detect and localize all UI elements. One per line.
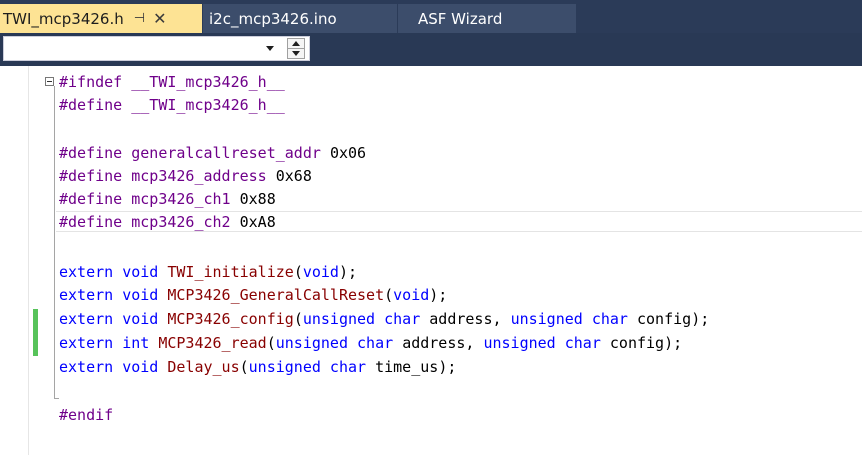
function-name: MCP3426_config — [167, 310, 294, 328]
keyword: extern — [59, 263, 114, 281]
macro-value: 0xA8 — [239, 213, 276, 231]
keyword: void — [302, 263, 339, 281]
keyword: void — [122, 310, 159, 328]
keyword: unsigned char — [483, 334, 601, 352]
macro-value: 0x68 — [275, 167, 312, 185]
keyword: int — [122, 334, 150, 352]
change-indicator — [33, 309, 38, 356]
keyword: void — [122, 263, 159, 281]
function-name: TWI_initialize — [167, 263, 294, 281]
code-line-12: extern int MCP3426_read(unsigned char ad… — [59, 332, 682, 355]
identifier: time_us — [375, 358, 439, 376]
directive: #ifndef — [59, 73, 123, 91]
keyword: void — [122, 286, 159, 304]
code-line-10: extern void MCP3426_GeneralCallReset(voi… — [59, 284, 447, 307]
directive: #define — [59, 144, 123, 162]
identifier: address — [429, 310, 493, 328]
code-line-5: #define mcp3426_address 0x68 — [59, 165, 312, 188]
punct: ); — [691, 310, 710, 328]
keyword: void — [122, 358, 159, 376]
code-line-4: #define generalcallreset_addr 0x06 — [59, 142, 366, 165]
identifier: config — [637, 310, 692, 328]
punct: ); — [664, 334, 683, 352]
code-line-15: #endif — [59, 404, 113, 427]
function-name: MCP3426_read — [158, 334, 267, 352]
editor-margin — [28, 66, 29, 455]
punct: ); — [338, 263, 358, 281]
macro-name: __TWI_mcp3426_h__ — [131, 73, 285, 91]
macro-name: mcp3426_ch1 — [131, 190, 231, 208]
punct: , — [465, 334, 484, 352]
directive: #define — [59, 190, 123, 208]
identifier: config — [609, 334, 665, 352]
scope-dropdown[interactable] — [3, 36, 310, 61]
macro-value: 0x06 — [329, 144, 367, 162]
directive: #endif — [59, 406, 114, 424]
macro-name: generalcallreset_addr — [131, 144, 321, 162]
directive: #define — [59, 167, 123, 185]
macro-value: 0x88 — [239, 190, 276, 208]
keyword: extern — [59, 310, 114, 328]
code-line-11: extern void MCP3426_config(unsigned char… — [59, 308, 709, 331]
identifier: address — [402, 334, 466, 352]
keyword: extern — [59, 286, 114, 304]
keyword: void — [393, 286, 430, 304]
directive: #define — [59, 96, 123, 114]
tab-label: i2c_mcp3426.ino — [209, 9, 337, 28]
code-line-6: #define mcp3426_ch1 0x88 — [59, 188, 276, 211]
macro-name: mcp3426_address — [131, 167, 267, 185]
punct: ( — [266, 334, 276, 352]
pin-icon[interactable]: ⊣ — [134, 11, 145, 26]
punct: ( — [293, 263, 303, 281]
code-line-7: #define mcp3426_ch2 0xA8 — [59, 211, 276, 234]
tab-label: TWI_mcp3426.h — [3, 9, 124, 28]
directive: #define — [59, 213, 123, 231]
punct: ( — [293, 310, 303, 328]
macro-name: mcp3426_ch2 — [131, 213, 231, 231]
tab-i2c-mcp3426-ino[interactable]: i2c_mcp3426.ino — [203, 4, 397, 33]
code-line-2: #define __TWI_mcp3426_h__ — [59, 94, 285, 117]
keyword: unsigned char — [302, 310, 421, 328]
split-spinner[interactable] — [287, 38, 305, 59]
keyword: unsigned char — [510, 310, 628, 328]
code-line-9: extern void TWI_initialize(void); — [59, 261, 357, 284]
keyword: extern — [59, 334, 114, 352]
function-name: Delay_us — [167, 358, 240, 376]
punct: ); — [438, 358, 457, 376]
keyword: unsigned char — [248, 358, 367, 376]
punct: ); — [429, 286, 448, 304]
tab-twi-mcp3426-h[interactable]: TWI_mcp3426.h ⊣ ✕ — [0, 4, 202, 33]
outline-end — [54, 398, 59, 399]
tab-label: ASF Wizard — [418, 9, 503, 28]
code-editor[interactable]: #ifndef __TWI_mcp3426_h__ #define __TWI_… — [0, 66, 862, 455]
chevron-down-icon[interactable] — [266, 46, 274, 51]
function-name: MCP3426_GeneralCallReset — [167, 286, 385, 304]
punct: ( — [384, 286, 394, 304]
code-line-13: extern void Delay_us(unsigned char time_… — [59, 356, 456, 379]
tab-asf-wizard[interactable]: ASF Wizard — [398, 4, 576, 33]
outline-guide — [54, 86, 55, 398]
arrow-down-icon[interactable] — [292, 51, 300, 56]
punct: ( — [239, 358, 249, 376]
close-icon[interactable]: ✕ — [153, 9, 166, 28]
document-tab-bar: TWI_mcp3426.h ⊣ ✕ i2c_mcp3426.ino ASF Wi… — [0, 0, 862, 33]
keyword: extern — [59, 358, 114, 376]
navigation-bar — [0, 33, 862, 66]
punct: , — [492, 310, 511, 328]
code-line-1: #ifndef __TWI_mcp3426_h__ — [59, 71, 285, 94]
spinner-divider — [288, 48, 304, 49]
keyword: unsigned char — [275, 334, 394, 352]
collapse-icon[interactable] — [45, 77, 54, 86]
arrow-up-icon[interactable] — [292, 41, 300, 46]
macro-name: __TWI_mcp3426_h__ — [131, 96, 285, 114]
